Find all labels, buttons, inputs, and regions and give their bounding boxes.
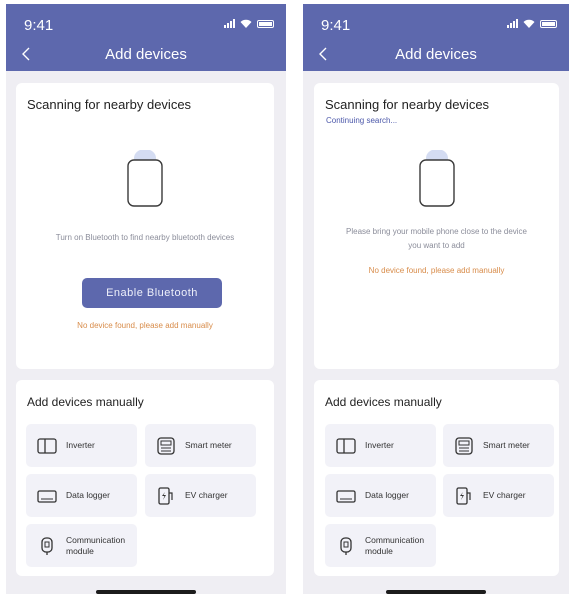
device-label: Inverter [66,440,95,450]
device-tile-data-logger[interactable]: Data logger [325,474,436,517]
communication-module-icon [36,535,58,557]
device-tile-smart-meter[interactable]: Smart meter [443,424,554,467]
status-time: 9:41 [321,17,351,34]
battery-icon [540,19,557,28]
signal-icon [507,19,518,28]
device-label: EV charger [185,490,228,500]
page-title: Add devices [395,46,477,63]
no-device-link[interactable]: No device found, please add manually [26,321,264,330]
smart-meter-icon [155,435,177,457]
proximity-message: Please bring your mobile phone close to … [346,227,527,250]
device-tile-ev-charger[interactable]: EV charger [145,474,256,517]
inverter-icon [36,435,58,457]
manual-title: Add devices manually [325,395,442,409]
home-indicator [96,590,196,594]
signal-icon [224,19,235,28]
manual-title: Add devices manually [27,395,144,409]
device-tile-inverter[interactable]: Inverter [26,424,137,467]
battery-icon [257,19,274,28]
ev-charger-icon [155,485,177,507]
device-tile-communication-module[interactable]: Communication module [325,524,436,567]
screen-scanning: 9:41 Add devices Scanning for nearby dev… [303,4,569,594]
device-tile-data-logger[interactable]: Data logger [26,474,137,517]
scan-title: Scanning for nearby devices [325,97,490,112]
communication-module-icon [335,535,357,557]
status-icons [507,19,557,28]
data-logger-icon [335,485,357,507]
device-tile-ev-charger[interactable]: EV charger [443,474,554,517]
phone-illustration-icon [414,150,460,210]
device-label: Smart meter [483,440,530,450]
inverter-icon [335,435,357,457]
device-tile-communication-module[interactable]: Communication module [26,524,137,567]
data-logger-icon [36,485,58,507]
device-label: Communication module [365,534,425,556]
device-label: Data logger [365,490,409,500]
device-label: Data logger [66,490,110,500]
scan-title: Scanning for nearby devices [27,97,192,112]
home-indicator [386,590,486,594]
page-title: Add devices [105,46,187,63]
phone-illustration-icon [122,150,168,210]
device-tile-inverter[interactable]: Inverter [325,424,436,467]
ev-charger-icon [453,485,475,507]
screen-bluetooth-off: 9:41 Add devices Scanning for nearby dev… [6,4,286,594]
device-tile-smart-meter[interactable]: Smart meter [145,424,256,467]
wifi-icon [523,19,535,28]
bluetooth-message: Turn on Bluetooth to find nearby bluetoo… [55,233,235,242]
app-bar: 9:41 Add devices [6,4,286,71]
enable-bluetooth-button[interactable]: Enable Bluetooth [82,278,222,308]
wifi-icon [240,19,252,28]
status-icons [224,19,274,28]
no-device-link[interactable]: No device found, please add manually [324,266,549,275]
app-bar: 9:41 Add devices [303,4,569,71]
device-label: Communication module [66,534,126,556]
manual-card: Add devices manually Inverter Smart mete… [16,380,274,576]
device-label: Inverter [365,440,394,450]
scan-status: Continuing search... [326,116,398,125]
device-label: EV charger [483,490,526,500]
status-time: 9:41 [24,17,54,34]
scan-card: Scanning for nearby devices Turn on Blue… [16,83,274,369]
smart-meter-icon [453,435,475,457]
device-label: Smart meter [185,440,232,450]
scan-card: Scanning for nearby devices Continuing s… [314,83,559,369]
manual-card: Add devices manually Inverter Smart mete… [314,380,559,576]
